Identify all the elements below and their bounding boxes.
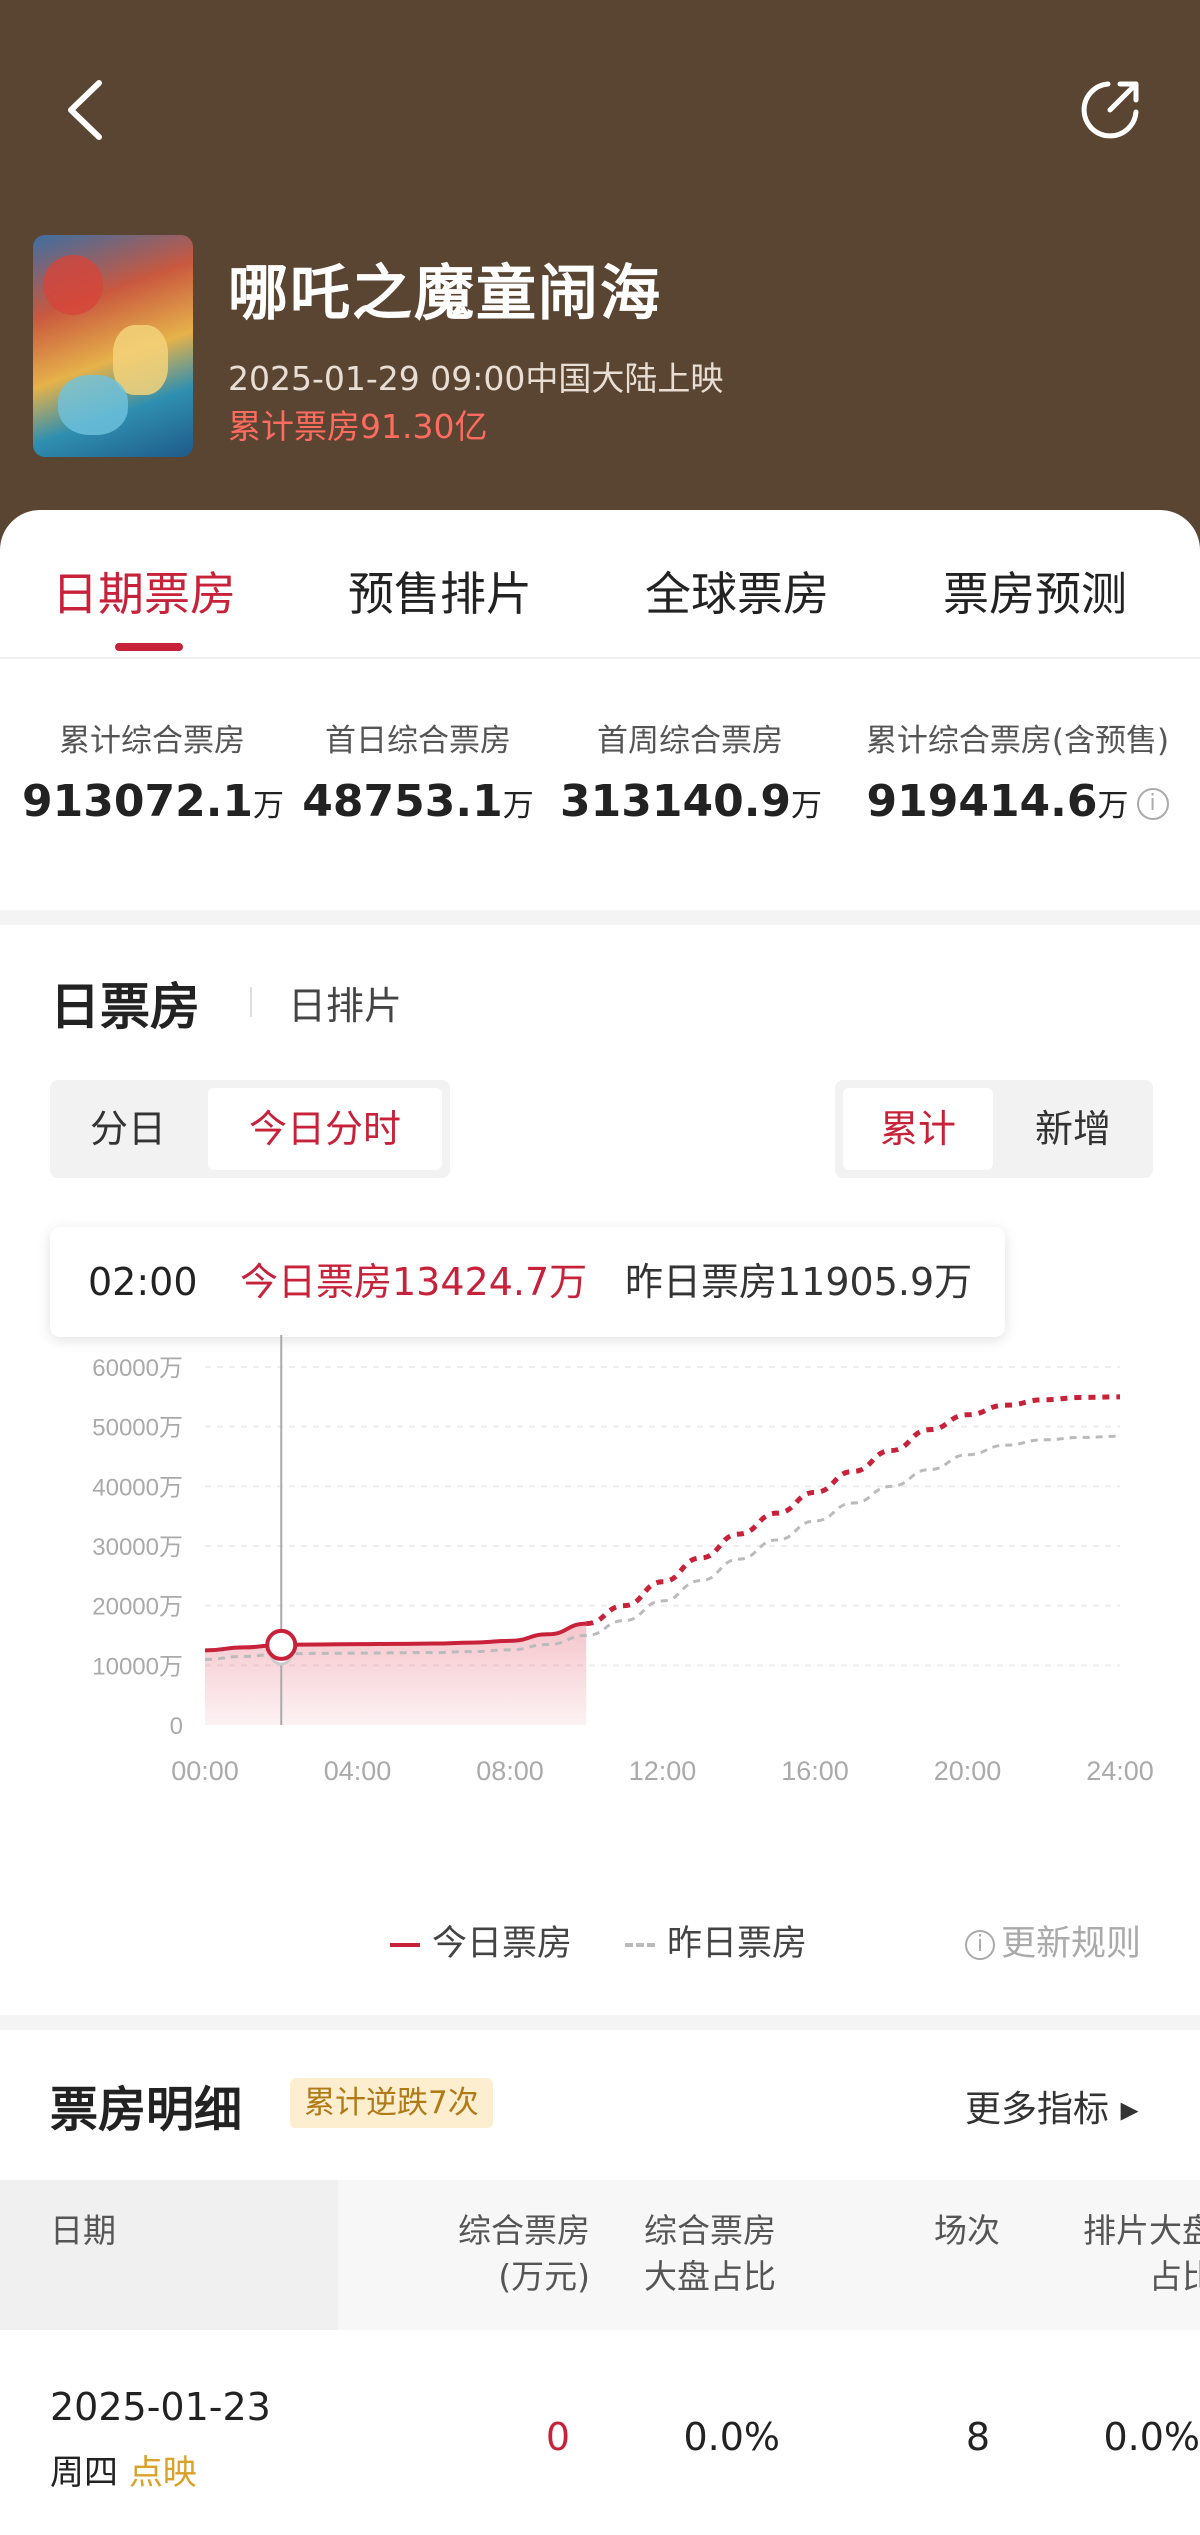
legend-yesterday[interactable]: 昨日票房 [625, 1915, 807, 1966]
row-screen-share: 0.0% [1103, 2415, 1200, 2459]
row-shows: 8 [965, 2415, 990, 2459]
toggle-incremental[interactable]: 新增 [998, 1088, 1148, 1170]
more-metrics-link[interactable]: 更多指标 ▸ [965, 2080, 1139, 2132]
x-tick-label: 24:00 [1086, 1756, 1154, 1785]
x-tick-label: 12:00 [629, 1756, 697, 1785]
y-tick-label: 60000万 [92, 1355, 183, 1382]
legend-yesterday-label: 昨日票房 [667, 1924, 808, 1964]
chevron-left-icon [68, 80, 102, 140]
tooltip-yesterday-value: 昨日票房11905.9万 [625, 1260, 973, 1304]
daily-box-office-card: 日票房 日排片 分日 今日分时 累计 新增 02:00 今日票房13424.7万… [0, 925, 1200, 2015]
main-tabs-card: 日期票房 预售排片 全球票房 票房预测 累计综合票房 913072.1万 首日综… [0, 510, 1200, 910]
legend-today-swatch [390, 1943, 420, 1947]
back-button[interactable] [55, 70, 115, 150]
tab-box-office-forecast[interactable]: 票房预测 [943, 558, 1127, 624]
share-icon [1081, 81, 1139, 139]
legend-yesterday-swatch [625, 1943, 655, 1947]
movie-title: 哪吒之魔童闹海 [228, 259, 662, 329]
reverse-growth-badge: 累计逆跌7次 [290, 2078, 493, 2128]
y-tick-label: 20000万 [92, 1594, 183, 1621]
stat-value: 919414.6万 i [845, 776, 1190, 827]
time-mode-toggle: 分日 今日分时 [50, 1080, 450, 1178]
legend-today-label: 今日票房 [432, 1924, 573, 1964]
stat-label: 首周综合票房 [597, 723, 783, 759]
stat-label: 累计综合票房 [59, 723, 245, 759]
stat-label: 首日综合票房 [325, 723, 511, 759]
tab-global-box-office[interactable]: 全球票房 [645, 558, 829, 624]
y-tick-label: 30000万 [92, 1534, 183, 1561]
info-icon: i [965, 1930, 995, 1960]
x-tick-label: 20:00 [934, 1756, 1002, 1785]
x-tick-label: 16:00 [781, 1756, 849, 1785]
row-weekday: 周四 [50, 2453, 118, 2493]
title-separator [250, 987, 252, 1017]
tab-presale-schedule[interactable]: 预售排片 [348, 558, 532, 624]
tab-daily-box-office[interactable]: 日期票房 [52, 558, 236, 624]
y-tick-label: 40000万 [92, 1474, 183, 1501]
tab-daily-schedule[interactable]: 日排片 [288, 975, 402, 1030]
x-tick-label: 04:00 [324, 1756, 392, 1785]
hourly-box-office-chart[interactable]: 0 10000万 20000万 30000万 40000万 50000万 60000万 00:… [0, 1335, 1200, 1785]
y-tick-label: 0 [170, 1713, 183, 1740]
header: 哪吒之魔童闹海 2025-01-29 09:00中国大陆上映 累计票房91.30… [0, 0, 1200, 560]
legend-today[interactable]: 今日票房 [390, 1915, 572, 1966]
x-tick-label: 00:00 [171, 1756, 239, 1785]
column-header-box-office[interactable]: 综合票房 (万元) [410, 2208, 590, 2300]
value-mode-toggle: 累计 新增 [835, 1080, 1153, 1178]
column-header-screen-share[interactable]: 排片大盘 占比 [1055, 2208, 1200, 2300]
y-tick-label: 10000万 [92, 1653, 183, 1680]
y-tick-label: 50000万 [92, 1415, 183, 1442]
chart-tooltip: 02:00 今日票房13424.7万 昨日票房11905.9万 [50, 1227, 1005, 1337]
toggle-cumulative[interactable]: 累计 [843, 1088, 993, 1170]
row-box-office: 0 [545, 2415, 570, 2459]
toggle-today-hourly[interactable]: 今日分时 [208, 1088, 442, 1170]
section-title-daily-box-office[interactable]: 日票房 [50, 967, 200, 1039]
column-header-market-share[interactable]: 综合票房 大盘占比 [630, 2208, 790, 2300]
stat-first-week: 首周综合票房 313140.9万 [560, 715, 823, 827]
active-tab-indicator [115, 643, 183, 651]
tooltip-today-value: 今日票房13424.7万 [240, 1260, 588, 1304]
row-date: 2025-01-23 [50, 2385, 271, 2429]
stat-value: 313140.9万 [560, 776, 823, 827]
table-row[interactable]: 2025-01-23 周四 点映 0 0.0% 8 0.0% [0, 2330, 1200, 2535]
release-info: 2025-01-29 09:00中国大陆上映 [228, 359, 724, 398]
movie-poster[interactable] [33, 235, 193, 457]
share-button[interactable] [1075, 70, 1145, 150]
toggle-by-day[interactable]: 分日 [58, 1088, 198, 1170]
stat-first-day: 首日综合票房 48753.1万 [298, 715, 538, 827]
update-rule-label: 更新规则 [1001, 1924, 1142, 1964]
yesterday-series-line [204, 1434, 1121, 1661]
tooltip-time: 02:00 [88, 1260, 198, 1304]
today-cursor-point [265, 1628, 298, 1661]
x-tick-label: 08:00 [476, 1756, 544, 1785]
table-header: 日期 综合票房 (万元) 综合票房 大盘占比 场次 排片大盘 占比 [0, 2180, 1200, 2330]
tab-divider [0, 657, 1200, 659]
today-forecast-line [586, 1394, 1121, 1627]
row-market-share: 0.0% [683, 2415, 780, 2459]
total-box-office: 累计票房91.30亿 [228, 407, 488, 446]
stat-cumulative-with-presale: 累计综合票房(含预售) 919414.6万 i [845, 715, 1190, 827]
update-rule-link[interactable]: i 更新规则 [965, 1915, 1141, 1966]
stat-value: 48753.1万 [302, 776, 534, 827]
info-icon[interactable]: i [1136, 788, 1169, 820]
column-header-date[interactable]: 日期 [50, 2208, 116, 2254]
detail-title: 票房明细 [50, 2082, 243, 2138]
row-preview-tag: 点映 [128, 2453, 197, 2493]
stat-label: 累计综合票房(含预售) [865, 723, 1170, 759]
stat-value: 913072.1万 [22, 776, 285, 827]
row-weekday-tag: 周四 点映 [50, 2445, 197, 2494]
box-office-detail-card: 票房明细 累计逆跌7次 更多指标 ▸ 日期 综合票房 (万元) 综合票房 大盘占… [0, 2030, 1200, 2535]
stat-cumulative: 累计综合票房 913072.1万 [22, 715, 285, 827]
column-header-shows[interactable]: 场次 [880, 2208, 1000, 2254]
